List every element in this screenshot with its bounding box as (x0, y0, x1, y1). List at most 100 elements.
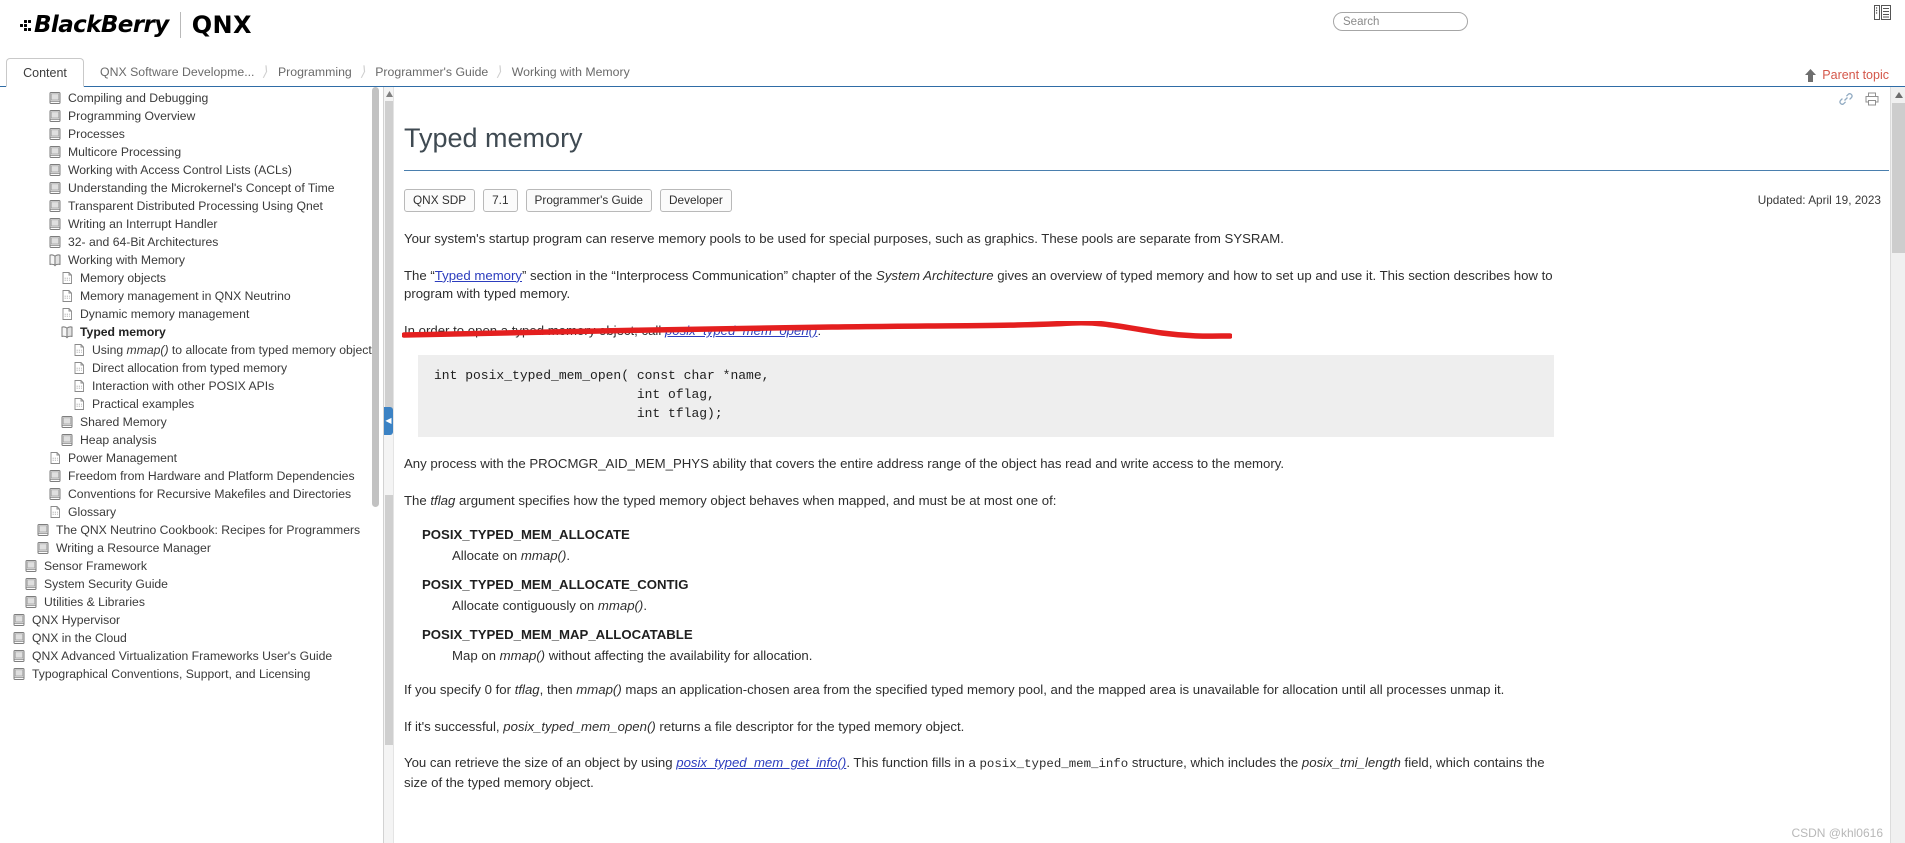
link-posix-typed-mem-open[interactable]: posix_typed_mem_open() (665, 323, 817, 338)
metadata-badges: QNX SDP 7.1 Programmer's Guide Developer… (404, 189, 1889, 212)
toc-item-label: QNX Advanced Virtualization Frameworks U… (32, 649, 333, 663)
content-scroll-thumb[interactable] (1892, 103, 1905, 253)
para8-before: You can retrieve the size of an object b… (404, 755, 677, 771)
link-typed-memory[interactable]: Typed memory (435, 268, 522, 283)
toc-item-label: Compiling and Debugging (68, 91, 209, 105)
paragraph-intro: Your system's startup program can reserv… (404, 231, 1284, 246)
toc-tree: Compiling and Debugging Programming Overv… (0, 89, 383, 683)
toc-item-label: Memory objects (80, 271, 167, 285)
toc-item-22[interactable]: Conventions for Recursive Makefiles and … (0, 485, 383, 503)
toc-item-23[interactable]: Glossary (0, 503, 383, 521)
link-icon[interactable] (1839, 92, 1853, 106)
toc-item-5[interactable]: Understanding the Microkernel's Concept … (0, 179, 383, 197)
breadcrumb-item-1[interactable]: Programming (278, 65, 352, 79)
def2-after: without affecting the availability for a… (545, 647, 813, 663)
page-icon (72, 379, 86, 393)
toc-item-7[interactable]: Writing an Interrupt Handler (0, 215, 383, 233)
page-icon (60, 307, 74, 321)
search-input[interactable] (1333, 12, 1468, 31)
toc-item-27[interactable]: System Security Guide (0, 575, 383, 593)
book-icon (24, 559, 38, 573)
updated-date: Updated: April 19, 2023 (1757, 193, 1881, 207)
content-left-scroll-thumb[interactable] (385, 101, 393, 416)
toc-item-0[interactable]: Compiling and Debugging (0, 89, 383, 107)
paragraph-open-call: In order to open a typed memory object, … (404, 322, 1554, 341)
toc-item-8[interactable]: 32- and 64-Bit Architectures (0, 233, 383, 251)
scroll-up-arrow-icon[interactable] (1891, 87, 1905, 102)
page-icon (48, 505, 62, 519)
toc-item-26[interactable]: Sensor Framework (0, 557, 383, 575)
toc-item-29[interactable]: QNX Hypervisor (0, 611, 383, 629)
layout-panels-icon[interactable] (1874, 5, 1891, 20)
def-term-allocate: POSIX_TYPED_MEM_ALLOCATE (422, 526, 630, 542)
def0-italic: mmap() (520, 547, 567, 563)
paragraph-typed-memory-ref: The “Typed memory” section in the “Inter… (404, 267, 1564, 304)
toc-item-6[interactable]: Transparent Distributed Processing Using… (0, 197, 383, 215)
def1-after: . (643, 597, 647, 613)
toc-item-17[interactable]: Practical examples (0, 395, 383, 413)
toc-item-label: Working with Memory (68, 253, 185, 267)
toc-item-30[interactable]: QNX in the Cloud (0, 629, 383, 647)
toc-item-label: Utilities & Libraries (44, 595, 145, 609)
breadcrumb-item-2[interactable]: Programmer's Guide (375, 65, 488, 79)
toc-item-label: System Security Guide (44, 577, 168, 591)
toc-item-18[interactable]: Shared Memory (0, 413, 383, 431)
toc-item-1[interactable]: Programming Overview (0, 107, 383, 125)
brand-logo[interactable]: BlackBerry QNX (20, 10, 252, 40)
top-header: BlackBerry QNX (0, 0, 1905, 57)
breadcrumb-bar: Content QNX Software Developme... ⟩ Prog… (0, 57, 1905, 87)
toc-item-19[interactable]: Heap analysis (0, 431, 383, 449)
toc-item-4[interactable]: Working with Access Control Lists (ACLs) (0, 161, 383, 179)
content-left-scrollbar[interactable] (384, 87, 394, 843)
sidebar-scrollbar-thumb[interactable] (372, 87, 379, 507)
book-icon (12, 631, 26, 645)
tab-content[interactable]: Content (6, 58, 84, 87)
toc-item-32[interactable]: Typographical Conventions, Support, and … (0, 665, 383, 683)
def2-before: Map on (452, 647, 500, 663)
toc-item-12[interactable]: Dynamic memory management (0, 305, 383, 323)
toc-item-21[interactable]: Freedom from Hardware and Platform Depen… (0, 467, 383, 485)
toc-item-label: Multicore Processing (68, 145, 182, 159)
toc-item-label: Memory management in QNX Neutrino (80, 289, 291, 303)
para2-after: ” section in the “Interprocess Communica… (522, 267, 877, 283)
toc-item-28[interactable]: Utilities & Libraries (0, 593, 383, 611)
toc-item-13[interactable]: Typed memory (0, 323, 383, 341)
toc-item-label: Shared Memory (80, 415, 167, 429)
sidebar-toc[interactable]: Compiling and Debugging Programming Overv… (0, 87, 384, 843)
toc-item-11[interactable]: Memory management in QNX Neutrino (0, 287, 383, 305)
scroll-up-icon[interactable] (384, 87, 394, 101)
toc-item-16[interactable]: Interaction with other POSIX APIs (0, 377, 383, 395)
breadcrumb-item-3[interactable]: Working with Memory (512, 65, 630, 79)
toc-item-15[interactable]: Direct allocation from typed memory (0, 359, 383, 377)
def2-italic: mmap() (499, 647, 546, 663)
toc-item-label: Writing a Resource Manager (56, 541, 211, 555)
book-icon (24, 595, 38, 609)
toc-item-25[interactable]: Writing a Resource Manager (0, 539, 383, 557)
book-icon (48, 163, 62, 177)
toc-item-9[interactable]: Working with Memory (0, 251, 383, 269)
link-posix-typed-mem-get-info[interactable]: posix_typed_mem_get_info() (676, 755, 846, 770)
book-icon (24, 577, 38, 591)
toc-item-31[interactable]: QNX Advanced Virtualization Frameworks U… (0, 647, 383, 665)
toc-item-2[interactable]: Processes (0, 125, 383, 143)
breadcrumb-separator-icon: ⟩ (359, 63, 369, 79)
toc-item-10[interactable]: Memory objects (0, 269, 383, 287)
para6-italic2: mmap() (576, 681, 622, 697)
document-body: Typed memory QNX SDP 7.1 Programmer's Gu… (402, 87, 1889, 793)
breadcrumb-item-0[interactable]: QNX Software Developme... (100, 65, 254, 79)
badge-product: QNX SDP (404, 189, 476, 212)
book-icon (60, 433, 74, 447)
content-left-scroll-thumb-lower[interactable] (385, 495, 393, 745)
toc-item-3[interactable]: Multicore Processing (0, 143, 383, 161)
print-icon[interactable] (1865, 92, 1879, 106)
code-block-prototype: int posix_typed_mem_open( const char *na… (418, 354, 1554, 438)
para3-before: In order to open a typed memory object, … (404, 323, 665, 339)
content-scrollbar[interactable] (1890, 87, 1905, 843)
sidebar-collapse-handle[interactable]: ◀ (384, 407, 393, 435)
parent-topic-link[interactable]: Parent topic (1805, 68, 1889, 82)
toc-item-14[interactable]: Using mmap() to allocate from typed memo… (0, 341, 383, 359)
toc-item-24[interactable]: The QNX Neutrino Cookbook: Recipes for P… (0, 521, 383, 539)
toc-item-label: Understanding the Microkernel's Concept … (68, 181, 335, 195)
toc-item-label: Using mmap() to allocate from typed memo… (92, 343, 378, 357)
toc-item-20[interactable]: Power Management (0, 449, 383, 467)
